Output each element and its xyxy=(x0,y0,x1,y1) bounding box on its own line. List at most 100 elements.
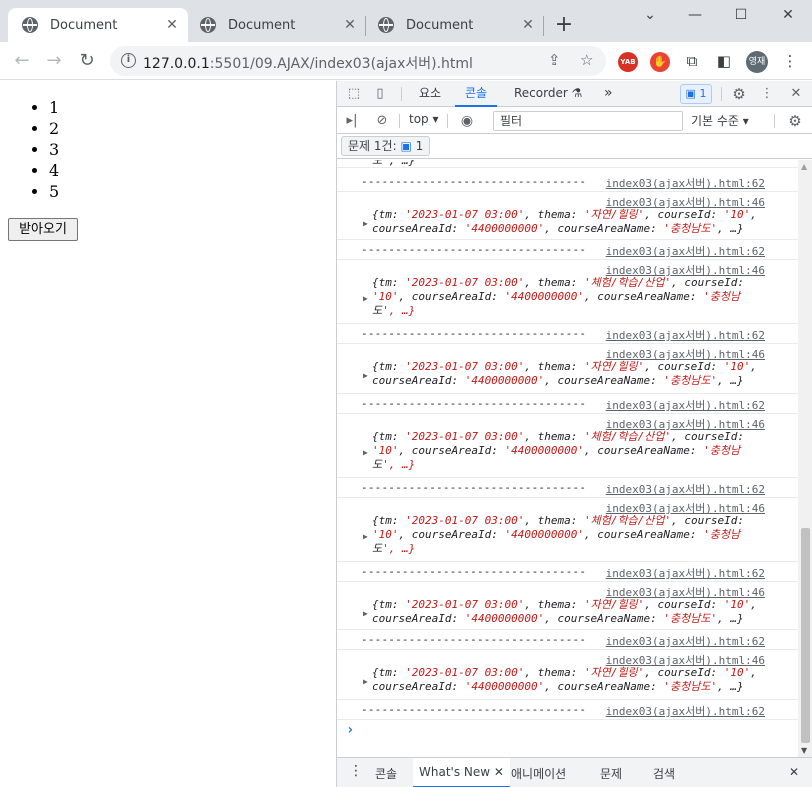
console-message: --------------------------------- index0… xyxy=(337,240,798,260)
source-link[interactable]: index03(ajax서버).html:62 xyxy=(606,175,765,191)
maximize-button[interactable]: ☐ xyxy=(718,4,764,26)
scrollbar-thumb[interactable] xyxy=(801,528,810,743)
drawer-tab-animations[interactable]: 애니메이션 xyxy=(511,765,566,782)
log-object-line: {tm: '2023-01-07 03:00', thema: '자연/힐링',… xyxy=(372,666,757,679)
console-prompt-chevron-icon[interactable]: › xyxy=(346,722,354,738)
scroll-down-arrow-icon[interactable]: ▼ xyxy=(801,746,807,755)
log-object[interactable]: {tm: '2023-01-07 03:00', thema: '자연/힐링',… xyxy=(372,208,790,236)
console-message: index03(ajax서버).html:46 ▶ {tm: '2023-01-… xyxy=(337,260,798,324)
drawer-menu-icon[interactable]: ⋮ xyxy=(349,763,363,779)
issues-label: 문제 1건: xyxy=(348,139,397,153)
log-object[interactable]: {tm: '2023-01-07 03:00', thema: '체험/학습/산… xyxy=(372,430,790,472)
expand-caret-icon[interactable]: ▶ xyxy=(363,448,368,457)
expand-caret-icon[interactable]: ▶ xyxy=(363,371,368,380)
close-devtools-icon[interactable]: ✕ xyxy=(787,85,805,103)
yab-extension-icon[interactable]: YAB xyxy=(618,52,638,72)
log-object-line: {tm: '2023-01-07 03:00', thema: '체험/학습/산… xyxy=(372,276,745,289)
log-object-line: {tm: '2023-01-07 03:00', thema: '체험/학습/산… xyxy=(372,430,745,443)
clear-console-icon[interactable]: ⊘ xyxy=(373,112,391,130)
drawer-tab-issues[interactable]: 문제 xyxy=(600,765,622,782)
tab-recorder[interactable]: Recorder ⚗ xyxy=(514,81,582,107)
new-tab-button[interactable]: + xyxy=(553,14,575,36)
close-icon[interactable]: ✕ xyxy=(520,17,536,33)
tab-console[interactable]: 콘솔 xyxy=(455,81,498,107)
log-object[interactable]: {tm: '2023-01-07 03:00', thema: '자연/힐링',… xyxy=(372,666,790,694)
tab-title: Document xyxy=(228,17,296,33)
window-close-button[interactable]: ✕ xyxy=(765,4,811,26)
messages-badge[interactable]: ▣ 1 xyxy=(680,84,712,104)
console-scrollbar[interactable]: ▲ ▼ xyxy=(798,160,812,757)
drawer-tab-console[interactable]: 콘솔 xyxy=(375,765,397,782)
log-object[interactable]: {tm: '2023-01-07 03:00', thema: '체험/학습/산… xyxy=(372,514,790,556)
log-object-line: courseAreaId: '4400000000', courseAreaNa… xyxy=(372,612,744,625)
device-toolbar-icon[interactable]: ▯ xyxy=(371,85,389,103)
log-object-line: courseAreaId: '4400000000', courseAreaNa… xyxy=(372,374,744,387)
source-link[interactable]: index03(ajax서버).html:62 xyxy=(606,565,765,581)
log-object-line: courseAreaId: '4400000000', courseAreaNa… xyxy=(372,680,744,693)
issues-button[interactable]: 문제 1건: ▣ 1 xyxy=(341,136,431,156)
share-icon[interactable]: ⇪ xyxy=(548,51,561,69)
tab-search-chevron-icon[interactable]: ⌄ xyxy=(627,4,673,26)
browser-tab-3[interactable]: Document ✕ xyxy=(364,8,544,42)
more-tabs-chevron-icon[interactable]: » xyxy=(604,81,613,107)
list-item: 3 xyxy=(49,139,59,160)
context-label: top xyxy=(409,112,429,126)
source-link[interactable]: index03(ajax서버).html:62 xyxy=(606,703,765,719)
devtools-menu-icon[interactable]: ⋮ xyxy=(758,85,776,103)
close-icon[interactable]: ✕ xyxy=(494,765,504,779)
source-link[interactable]: index03(ajax서버).html:62 xyxy=(606,243,765,259)
log-object[interactable]: {tm: '2023-01-07 03:00', thema: '자연/힐링',… xyxy=(372,598,790,626)
drawer-tab-search[interactable]: 검색 xyxy=(653,765,675,782)
fetch-button[interactable]: 받아오기 xyxy=(8,218,78,241)
expand-caret-icon[interactable]: ▶ xyxy=(363,532,368,541)
site-info-icon[interactable]: i xyxy=(121,53,136,68)
tab-title: Document xyxy=(406,17,474,33)
menu-kebab-icon[interactable]: ⋮ xyxy=(780,51,800,71)
source-link[interactable]: index03(ajax서버).html:62 xyxy=(606,327,765,343)
flask-icon: ⚗ xyxy=(571,86,583,100)
address-bar[interactable]: i 127.0.0.1:5501/09.AJAX/index03(ajax서버)… xyxy=(110,46,606,76)
context-selector[interactable]: top ▾ xyxy=(409,112,439,126)
settings-gear-icon[interactable]: ⚙ xyxy=(730,85,748,103)
live-expression-eye-icon[interactable]: ◉ xyxy=(458,112,476,130)
stop-hand-extension-icon[interactable]: ✋ xyxy=(650,52,670,72)
divider xyxy=(447,114,448,128)
expand-caret-icon[interactable]: ▶ xyxy=(363,609,368,618)
filter-input[interactable]: 필터 xyxy=(493,111,683,131)
log-level-selector[interactable]: 기본 수준 ▾ xyxy=(691,112,749,129)
browser-tab-1[interactable]: Document ✕ xyxy=(8,8,188,42)
extensions-puzzle-icon[interactable]: ⧉ xyxy=(682,51,702,71)
profile-avatar[interactable]: 영재 xyxy=(746,51,768,73)
sidebar-toggle-icon[interactable]: ▸| xyxy=(343,112,361,130)
console-message: --------------------------------- index0… xyxy=(337,630,798,650)
back-arrow-icon[interactable]: ← xyxy=(9,48,35,74)
expand-caret-icon[interactable]: ▶ xyxy=(363,219,368,228)
forward-arrow-icon[interactable]: → xyxy=(41,48,67,74)
close-icon[interactable]: ✕ xyxy=(164,17,180,33)
bookmark-star-icon[interactable]: ☆ xyxy=(580,51,593,69)
tab-elements[interactable]: 요소 xyxy=(419,81,441,107)
log-object[interactable]: {tm: '2023-01-07 03:00', thema: '체험/학습/산… xyxy=(372,276,790,318)
list-item: 2 xyxy=(49,118,59,139)
console-settings-gear-icon[interactable]: ⚙ xyxy=(786,112,804,130)
globe-icon xyxy=(22,17,38,33)
minimize-button[interactable]: — xyxy=(672,4,718,26)
drawer-tab-whats-new[interactable]: What's New ✕ xyxy=(413,758,510,787)
expand-caret-icon[interactable]: ▶ xyxy=(363,677,368,686)
source-link[interactable]: index03(ajax서버).html:62 xyxy=(606,397,765,413)
reload-icon[interactable]: ↻ xyxy=(74,48,100,74)
log-object-line: '10', courseAreaId: '4400000000', course… xyxy=(372,290,741,303)
close-drawer-icon[interactable]: ✕ xyxy=(789,765,799,779)
scroll-up-arrow-icon[interactable]: ▲ xyxy=(801,162,807,171)
console-message: 도', …} xyxy=(337,160,798,168)
close-icon[interactable]: ✕ xyxy=(342,17,358,33)
expand-caret-icon[interactable]: ▶ xyxy=(363,294,368,303)
globe-icon xyxy=(378,17,394,33)
log-object-fragment: 도', …} xyxy=(372,160,416,167)
side-panel-icon[interactable]: ◧ xyxy=(714,51,734,71)
source-link[interactable]: index03(ajax서버).html:62 xyxy=(606,633,765,649)
log-object[interactable]: {tm: '2023-01-07 03:00', thema: '자연/힐링',… xyxy=(372,360,790,388)
inspect-element-icon[interactable]: ⬚ xyxy=(345,85,363,103)
source-link[interactable]: index03(ajax서버).html:62 xyxy=(606,481,765,497)
browser-tab-2[interactable]: Document ✕ xyxy=(186,8,366,42)
